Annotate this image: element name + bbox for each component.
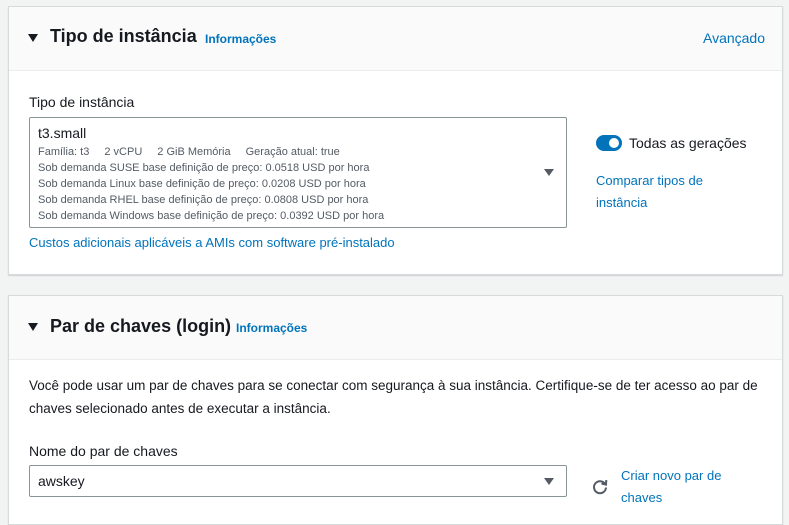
panel-title: Par de chaves (login) [50, 316, 232, 336]
key-pair-select[interactable]: awskey [29, 465, 567, 497]
price-suse: Sob demanda SUSE base definição de preço… [38, 162, 370, 174]
ami-costs-link[interactable]: Custos adicionais aplicáveis a AMIs com … [29, 232, 395, 254]
collapse-caret-icon[interactable] [28, 323, 38, 331]
compare-instance-types-link[interactable]: Comparar tipos de instância [596, 170, 736, 214]
selected-instance-type: t3.small [38, 125, 87, 141]
price-rhel: Sob demanda RHEL base definição de preço… [38, 194, 369, 206]
vcpu-text: 2 vCPU [104, 146, 143, 158]
collapse-caret-icon[interactable] [28, 34, 38, 42]
create-key-pair-link[interactable]: Criar novo par de chaves [621, 465, 761, 509]
memory-text: 2 GiB Memória [157, 146, 231, 158]
all-generations-label: Todas as gerações [629, 135, 747, 151]
info-link[interactable]: Informações [236, 321, 307, 335]
key-pair-description: Você pode usar um par de chaves para se … [29, 378, 758, 416]
chevron-down-icon [544, 478, 554, 485]
generation-text: Geração atual: true [245, 146, 340, 158]
key-pair-panel: Par de chaves (login) Informações Você p… [8, 295, 783, 525]
advanced-link[interactable]: Avançado [703, 30, 765, 46]
panel-title: Tipo de instância [50, 26, 197, 46]
price-linux: Sob demanda Linux base definição de preç… [38, 178, 366, 190]
instance-type-select[interactable]: t3.small Família: t3 2 vCPU 2 GiB Memória G… [29, 117, 567, 228]
family-text: Família: t3 [38, 146, 90, 158]
key-pair-header: Par de chaves (login) Informações [9, 296, 782, 360]
instance-type-header: Tipo de instância Informações Avançado [9, 7, 782, 71]
price-windows: Sob demanda Windows base definição de pr… [38, 210, 385, 222]
refresh-icon[interactable] [591, 478, 609, 496]
selected-key-pair: awskey [38, 473, 85, 489]
instance-type-label: Tipo de instância [29, 94, 135, 110]
key-pair-name-label: Nome do par de chaves [29, 443, 178, 459]
instance-type-panel: Tipo de instância Informações Avançado T… [8, 6, 783, 275]
toggle-knob [609, 138, 619, 148]
chevron-down-icon [544, 169, 554, 176]
info-link[interactable]: Informações [205, 32, 276, 46]
instance-specs: Família: t3 2 vCPU 2 GiB Memória Geração at… [38, 146, 355, 158]
all-generations-toggle[interactable] [596, 135, 622, 151]
